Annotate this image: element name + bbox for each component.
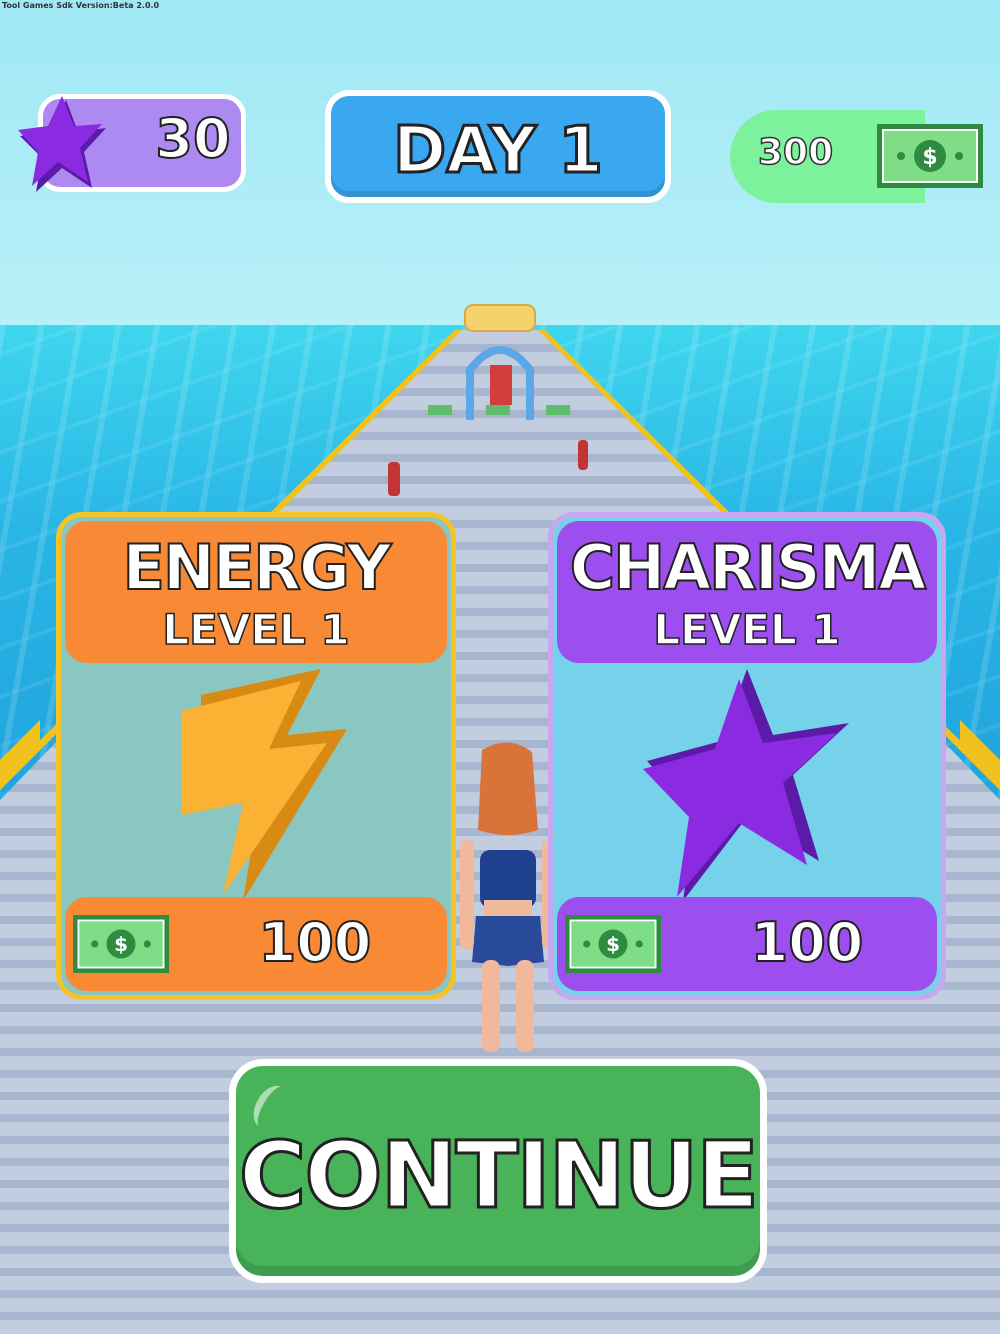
charisma-price-bar: $ 100 <box>557 897 937 991</box>
energy-card-header: ENERGY LEVEL 1 <box>65 521 447 663</box>
dollar-bill-icon: $ <box>73 915 169 973</box>
svg-text:$: $ <box>922 145 937 170</box>
star-icon <box>18 96 106 192</box>
continue-label: CONTINUE <box>237 1121 760 1231</box>
svg-text:$: $ <box>114 933 128 956</box>
day-indicator: DAY 1 <box>325 90 671 203</box>
energy-price: 100 <box>258 910 373 975</box>
continue-button[interactable]: CONTINUE <box>229 1059 767 1283</box>
charisma-level: LEVEL 1 <box>653 604 842 655</box>
lightning-bolt-icon <box>181 669 347 901</box>
day-label: DAY 1 <box>392 113 605 190</box>
star-icon <box>643 669 849 901</box>
energy-level: LEVEL 1 <box>162 604 351 655</box>
sdk-version-label: Tool Games Sdk Version:Beta 2.0.0 <box>2 1 160 10</box>
energy-upgrade-card[interactable]: ENERGY LEVEL 1 $ 100 <box>56 512 456 1000</box>
charisma-title: CHARISMA <box>569 530 928 605</box>
svg-text:$: $ <box>606 933 620 956</box>
charisma-price: 100 <box>750 910 865 975</box>
charisma-upgrade-card[interactable]: CHARISMA LEVEL 1 $ 100 <box>548 512 946 1000</box>
charisma-card-header: CHARISMA LEVEL 1 <box>557 521 937 663</box>
stars-count: 30 <box>154 106 231 171</box>
cash-amount: 300 <box>757 131 834 174</box>
dollar-bill-icon: $ <box>877 124 983 188</box>
energy-title: ENERGY <box>122 530 393 605</box>
energy-price-bar: $ 100 <box>65 897 447 991</box>
dollar-bill-icon: $ <box>565 915 661 973</box>
